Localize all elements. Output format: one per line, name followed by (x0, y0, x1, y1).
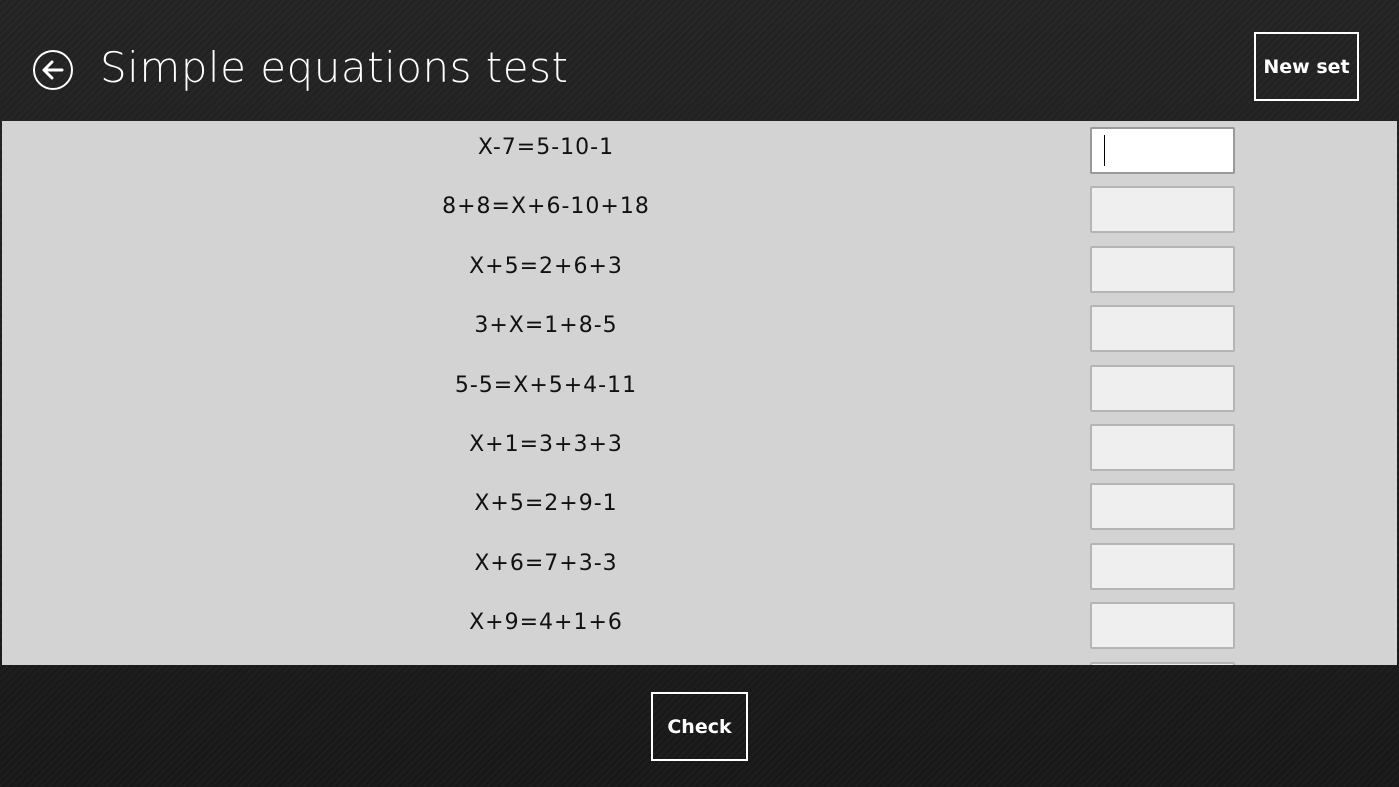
equations-list[interactable]: X-7=5-10-1 8+8=X+6-10+18 X+5=2+6+3 3+X=1… (2, 121, 1397, 665)
arrow-left-icon (42, 60, 64, 80)
equation-row: X+9=4+1+6 (2, 596, 1397, 655)
equation-row: X+6=7+3-3 (2, 537, 1397, 596)
equation-row: 8+8=X+6-10+18 (2, 180, 1397, 239)
equation-row: 5-5=X+5+4-11 (2, 359, 1397, 418)
header: Simple equations test New set (0, 0, 1399, 121)
equation-text: X+5=2+6+3 (469, 253, 623, 279)
equation-text: X-7=5-10-1 (477, 135, 615, 160)
footer: Check (0, 665, 1399, 787)
answer-input[interactable] (1090, 542, 1235, 590)
equation-text: X+9=4+1+6 (469, 610, 623, 636)
equation-text: X+1=3+3+3 (469, 432, 623, 457)
answer-input[interactable] (1090, 364, 1235, 412)
answer-input[interactable] (1090, 602, 1235, 650)
equation-text: 5-5=X+5+4-11 (454, 372, 638, 398)
equation-text: X+5=2+9-1 (474, 491, 618, 517)
equation-text: X+6=7+3-3 (474, 550, 618, 576)
answer-input[interactable] (1090, 305, 1235, 353)
app-window: Simple equations test New set X-7=5-10-1… (0, 0, 1399, 787)
answer-input[interactable] (1090, 245, 1235, 293)
equation-text: 3+X=1+8-5 (474, 313, 618, 339)
back-button[interactable] (33, 50, 73, 90)
equation-row: X+5=2+6+3 (2, 240, 1397, 299)
answer-input[interactable] (1090, 186, 1235, 234)
equation-row: X+1=3+3+3 (2, 418, 1397, 477)
equation-row (2, 656, 1397, 665)
check-button[interactable]: Check (651, 692, 748, 761)
new-set-button[interactable]: New set (1254, 32, 1359, 101)
answer-input[interactable] (1090, 424, 1235, 471)
equation-text: 8+8=X+6-10+18 (442, 194, 650, 220)
equation-row: X-7=5-10-1 (2, 121, 1397, 180)
answer-input[interactable] (1090, 127, 1235, 174)
equation-row: 3+X=1+8-5 (2, 299, 1397, 358)
page-title: Simple equations test (100, 43, 569, 92)
equation-row: X+5=2+9-1 (2, 477, 1397, 536)
answer-input[interactable] (1090, 483, 1235, 531)
text-caret (1104, 135, 1105, 166)
